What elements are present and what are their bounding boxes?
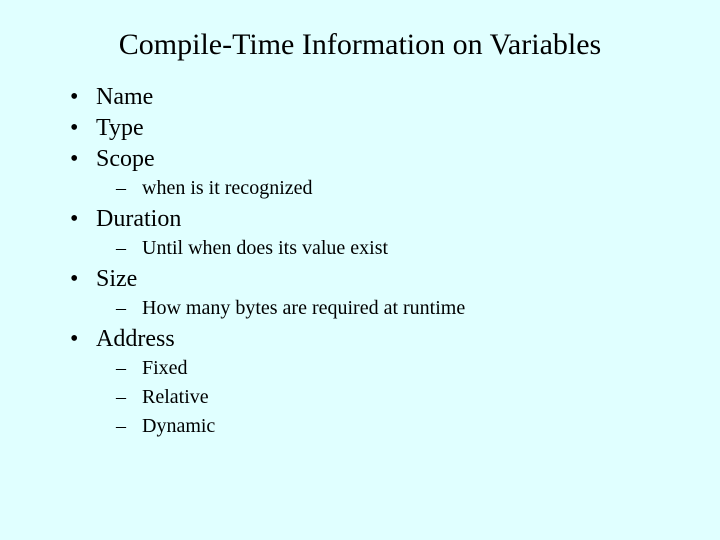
- sub-list-item: – Relative: [116, 386, 680, 409]
- sub-item-label: Fixed: [142, 357, 188, 380]
- item-label: Name: [96, 84, 153, 111]
- list-item: • Duration: [70, 206, 680, 233]
- bullet-icon: •: [70, 146, 96, 173]
- dash-icon: –: [116, 357, 142, 380]
- list-item: • Scope: [70, 146, 680, 173]
- sub-list-item: – How many bytes are required at runtime: [116, 297, 680, 320]
- item-label: Scope: [96, 146, 155, 173]
- list-item: • Size: [70, 266, 680, 293]
- sub-list-item: – Fixed: [116, 357, 680, 380]
- dash-icon: –: [116, 415, 142, 438]
- bullet-icon: •: [70, 326, 96, 353]
- slide: Compile-Time Information on Variables • …: [0, 0, 720, 540]
- sub-item-label: when is it recognized: [142, 177, 313, 200]
- item-label: Size: [96, 266, 137, 293]
- sub-item-label: Dynamic: [142, 415, 215, 438]
- item-label: Duration: [96, 206, 181, 233]
- sub-list-item: – Until when does its value exist: [116, 237, 680, 260]
- dash-icon: –: [116, 297, 142, 320]
- dash-icon: –: [116, 237, 142, 260]
- list-item: • Type: [70, 115, 680, 142]
- sub-item-label: Until when does its value exist: [142, 237, 388, 260]
- bullet-icon: •: [70, 115, 96, 142]
- list-item: • Address: [70, 326, 680, 353]
- sub-item-label: How many bytes are required at runtime: [142, 297, 465, 320]
- dash-icon: –: [116, 177, 142, 200]
- bullet-icon: •: [70, 84, 96, 111]
- item-label: Address: [96, 326, 175, 353]
- item-label: Type: [96, 115, 144, 142]
- list-item: • Name: [70, 84, 680, 111]
- bullet-icon: •: [70, 206, 96, 233]
- sub-list-item: – Dynamic: [116, 415, 680, 438]
- slide-title: Compile-Time Information on Variables: [40, 28, 680, 62]
- sub-list-item: – when is it recognized: [116, 177, 680, 200]
- bullet-icon: •: [70, 266, 96, 293]
- dash-icon: –: [116, 386, 142, 409]
- sub-item-label: Relative: [142, 386, 209, 409]
